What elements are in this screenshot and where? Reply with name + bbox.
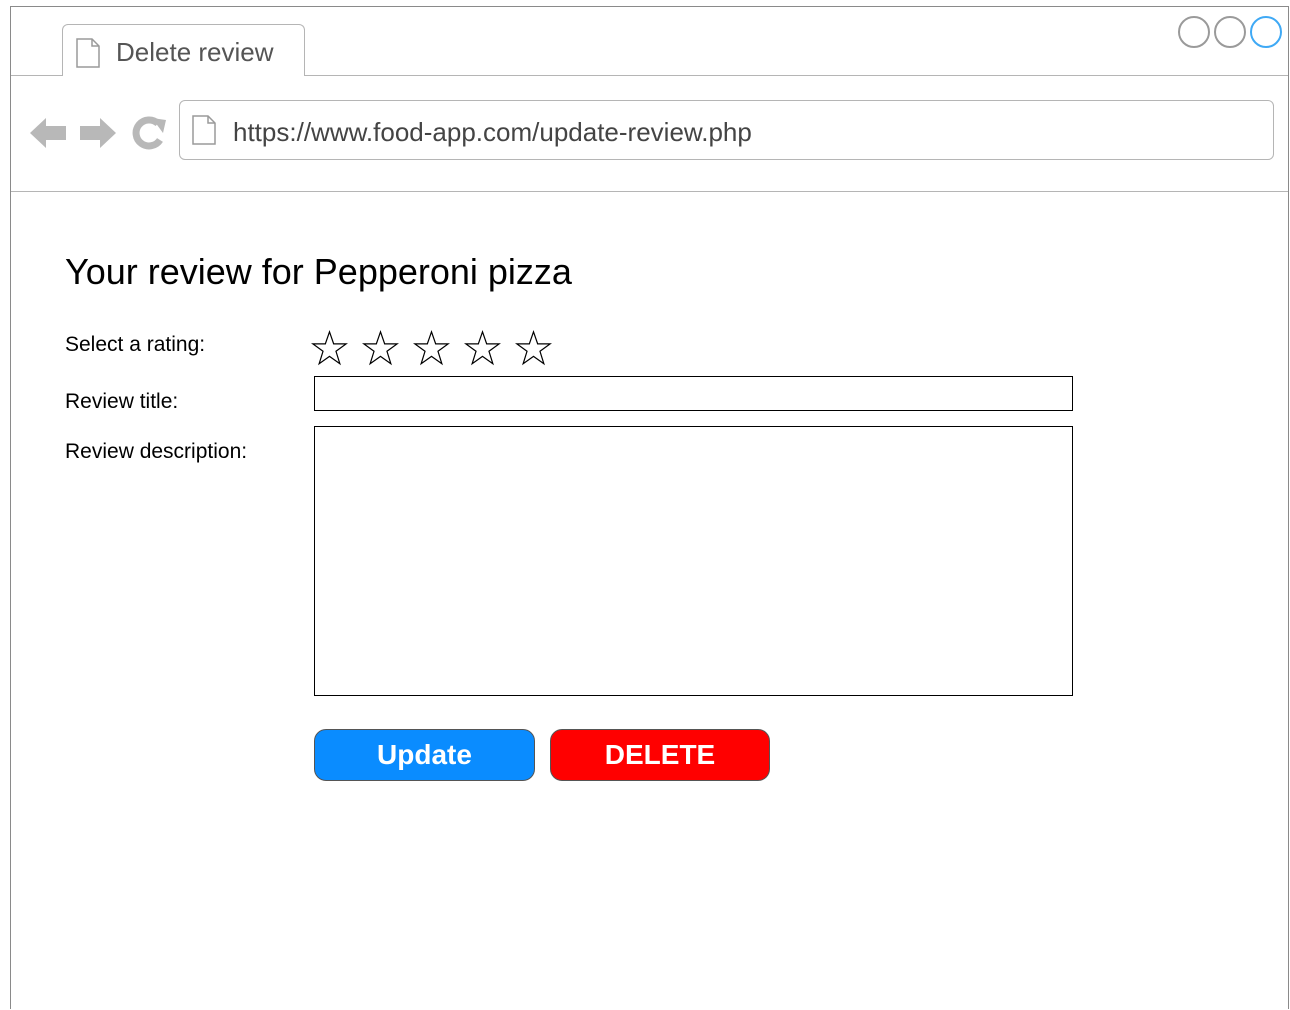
rating-label: Select a rating: — [65, 333, 206, 356]
review-description-textarea[interactable] — [314, 426, 1073, 696]
update-button[interactable]: Update — [314, 729, 535, 781]
window-close-button[interactable] — [1250, 16, 1282, 48]
address-bar[interactable]: https://www.food-app.com/update-review.p… — [179, 100, 1274, 160]
window-maximize-button[interactable] — [1214, 16, 1246, 48]
tab-bar: Delete review — [11, 7, 1288, 76]
browser-tab[interactable]: Delete review — [62, 24, 305, 76]
star-outline-icon[interactable] — [362, 330, 399, 367]
document-icon — [192, 115, 216, 145]
reload-icon[interactable] — [129, 116, 169, 150]
star-outline-icon[interactable] — [515, 330, 552, 367]
forward-arrow-icon[interactable] — [78, 116, 118, 150]
review-title-input[interactable] — [314, 376, 1073, 411]
page-title: Your review for Pepperoni pizza — [65, 251, 572, 292]
document-icon — [76, 38, 100, 68]
window-controls — [1178, 16, 1282, 48]
navigation-bar: https://www.food-app.com/update-review.p… — [11, 76, 1288, 192]
page-content: Your review for Pepperoni pizza Select a… — [11, 193, 1288, 1010]
browser-window: Delete review https://www.food-app.com/u… — [10, 6, 1289, 1009]
star-outline-icon[interactable] — [464, 330, 501, 367]
star-outline-icon[interactable] — [413, 330, 450, 367]
url-text: https://www.food-app.com/update-review.p… — [233, 117, 752, 147]
window-minimize-button[interactable] — [1178, 16, 1210, 48]
star-outline-icon[interactable] — [311, 330, 348, 367]
tab-title: Delete review — [116, 37, 274, 67]
back-arrow-icon[interactable] — [28, 116, 68, 150]
review-title-label: Review title: — [65, 390, 179, 413]
review-description-label: Review description: — [65, 440, 248, 463]
star-rating[interactable] — [311, 326, 552, 372]
delete-button[interactable]: DELETE — [550, 729, 770, 781]
